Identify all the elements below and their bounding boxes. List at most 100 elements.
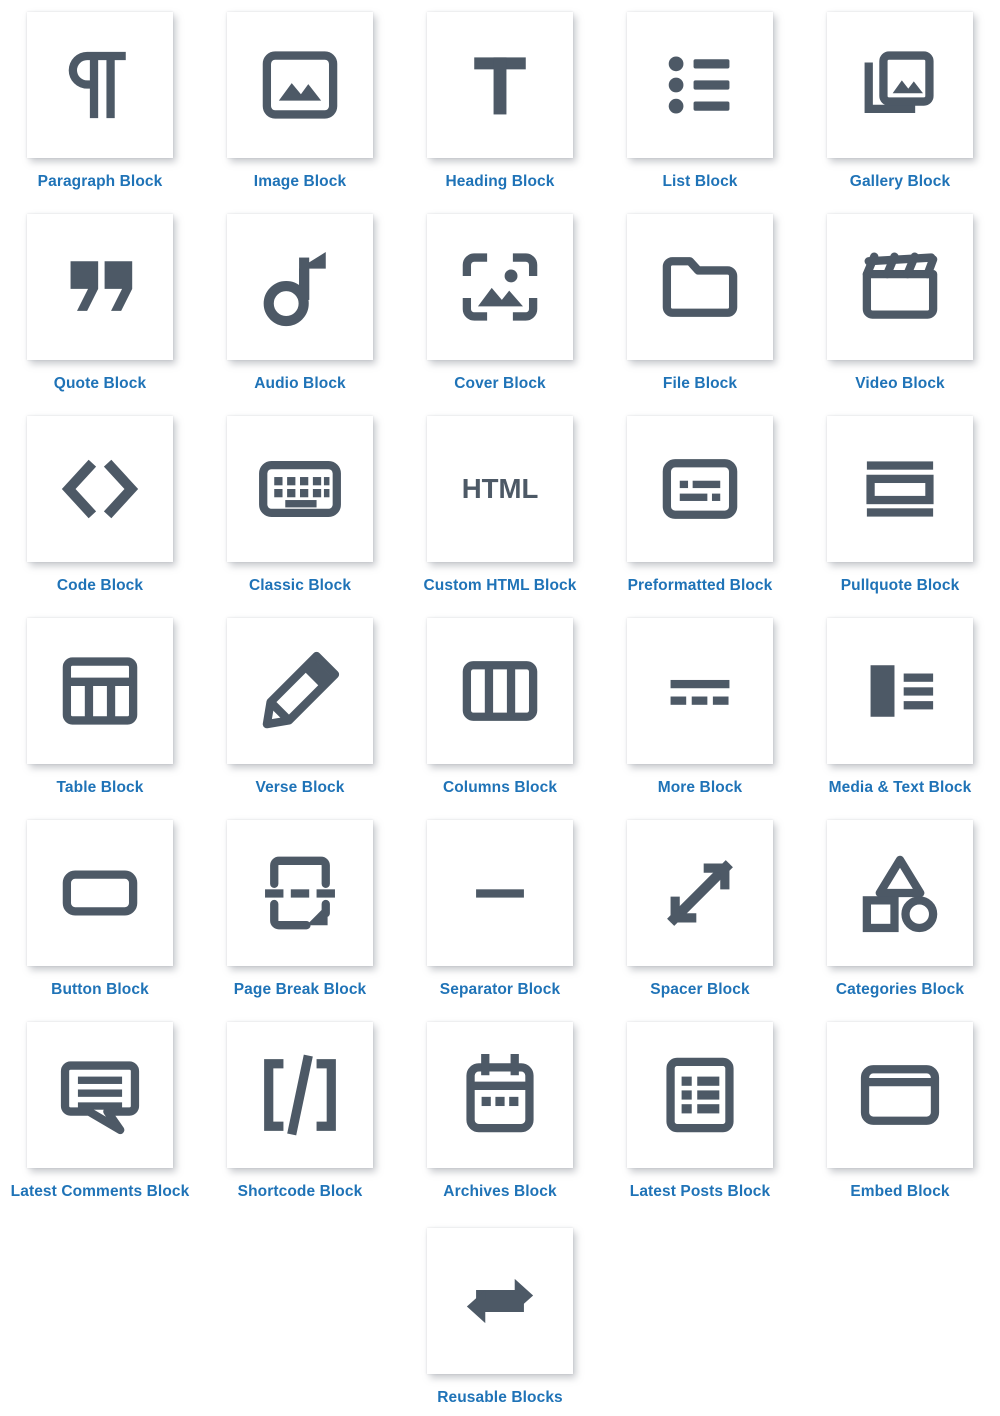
block-label: Page Break Block bbox=[233, 981, 367, 998]
media-and-text-icon bbox=[854, 645, 946, 737]
block-icon-card[interactable] bbox=[27, 820, 173, 966]
page-break-icon bbox=[254, 847, 346, 939]
calendar-icon bbox=[454, 1049, 546, 1141]
block-icon-card[interactable] bbox=[227, 618, 373, 764]
block-type-item[interactable]: Classic Block bbox=[200, 416, 400, 618]
block-type-item[interactable]: Latest Posts Block bbox=[600, 1022, 800, 1224]
block-type-item[interactable]: Code Block bbox=[0, 416, 200, 618]
double-quote-icon bbox=[54, 241, 146, 333]
block-icon-card[interactable]: HTML bbox=[427, 416, 573, 562]
block-label: Latest Posts Block bbox=[629, 1183, 771, 1200]
block-type-item[interactable]: Latest Comments Block bbox=[0, 1022, 200, 1224]
block-icon-card[interactable] bbox=[627, 618, 773, 764]
block-type-item[interactable]: Preformatted Block bbox=[600, 416, 800, 618]
bracket-slash-icon bbox=[254, 1049, 346, 1141]
block-type-item[interactable]: Heading Block bbox=[400, 12, 600, 214]
block-icon-card[interactable] bbox=[627, 1022, 773, 1168]
shapes-triangle-square-circle-icon bbox=[854, 847, 946, 939]
block-type-item[interactable]: Embed Block bbox=[800, 1022, 1000, 1224]
block-type-item[interactable]: Gallery Block bbox=[800, 12, 1000, 214]
clapperboard-icon bbox=[854, 241, 946, 333]
block-type-item[interactable]: Video Block bbox=[800, 214, 1000, 416]
block-type-item[interactable]: Audio Block bbox=[200, 214, 400, 416]
diagonal-resize-arrow-icon bbox=[654, 847, 746, 939]
block-icon-card[interactable] bbox=[627, 214, 773, 360]
block-type-item[interactable]: Archives Block bbox=[400, 1022, 600, 1224]
block-type-item[interactable]: Reusable Blocks bbox=[400, 1228, 600, 1416]
block-icon-card[interactable] bbox=[227, 820, 373, 966]
block-type-item[interactable]: Shortcode Block bbox=[200, 1022, 400, 1224]
more-dashed-rule-icon bbox=[654, 645, 746, 737]
block-type-grid-last-row: Reusable Blocks bbox=[0, 1228, 1000, 1416]
block-icon-card[interactable] bbox=[627, 416, 773, 562]
block-type-item[interactable]: Paragraph Block bbox=[0, 12, 200, 214]
block-type-item[interactable]: Spacer Block bbox=[600, 820, 800, 1022]
block-icon-card[interactable] bbox=[227, 214, 373, 360]
paragraph-pilcrow-icon bbox=[54, 39, 146, 131]
block-label: Button Block bbox=[51, 981, 149, 998]
block-label: Categories Block bbox=[835, 981, 965, 998]
block-icon-card[interactable] bbox=[427, 820, 573, 966]
block-icon-card[interactable] bbox=[627, 12, 773, 158]
block-label: Image Block bbox=[253, 173, 347, 190]
block-icon-card[interactable] bbox=[427, 1022, 573, 1168]
list-document-icon bbox=[654, 1049, 746, 1141]
block-icon-card[interactable] bbox=[827, 416, 973, 562]
pencil-icon bbox=[254, 645, 346, 737]
block-label: List Block bbox=[662, 173, 738, 190]
block-type-item[interactable]: Categories Block bbox=[800, 820, 1000, 1022]
block-type-item[interactable]: Columns Block bbox=[400, 618, 600, 820]
block-type-item[interactable]: Separator Block bbox=[400, 820, 600, 1022]
block-icon-card[interactable] bbox=[827, 214, 973, 360]
block-icon-card[interactable] bbox=[27, 12, 173, 158]
block-type-item[interactable]: Media & Text Block bbox=[800, 618, 1000, 820]
block-icon-card[interactable] bbox=[27, 618, 173, 764]
block-type-item[interactable]: List Block bbox=[600, 12, 800, 214]
block-icon-card[interactable] bbox=[227, 416, 373, 562]
three-columns-icon bbox=[454, 645, 546, 737]
html-text-icon: HTML bbox=[454, 443, 546, 535]
block-icon-card[interactable] bbox=[827, 618, 973, 764]
block-icon-card[interactable] bbox=[827, 1022, 973, 1168]
block-label: File Block bbox=[662, 375, 738, 392]
block-label: Video Block bbox=[855, 375, 945, 392]
block-icon-card[interactable] bbox=[427, 12, 573, 158]
pullquote-rules-icon bbox=[854, 443, 946, 535]
block-icon-card[interactable] bbox=[227, 1022, 373, 1168]
block-icon-card[interactable] bbox=[27, 214, 173, 360]
bulleted-list-icon bbox=[654, 39, 746, 131]
block-icon-card[interactable] bbox=[27, 1022, 173, 1168]
block-icon-card[interactable] bbox=[227, 12, 373, 158]
block-type-item[interactable]: File Block bbox=[600, 214, 800, 416]
block-type-item[interactable]: Button Block bbox=[0, 820, 200, 1022]
svg-text:HTML: HTML bbox=[462, 473, 539, 504]
block-type-item[interactable]: Verse Block bbox=[200, 618, 400, 820]
block-label: Audio Block bbox=[254, 375, 346, 392]
folder-icon bbox=[654, 241, 746, 333]
table-grid-icon bbox=[54, 645, 146, 737]
angle-brackets-icon bbox=[54, 443, 146, 535]
block-icon-card[interactable] bbox=[627, 820, 773, 966]
block-type-item[interactable]: Pullquote Block bbox=[800, 416, 1000, 618]
block-label: Columns Block bbox=[442, 779, 558, 796]
block-label: Verse Block bbox=[255, 779, 345, 796]
block-icon-card[interactable] bbox=[27, 416, 173, 562]
block-icon-card[interactable] bbox=[427, 214, 573, 360]
block-icon-card[interactable] bbox=[427, 618, 573, 764]
block-type-grid: Paragraph Block Image Block Heading Block L… bbox=[0, 0, 1000, 1224]
block-type-item[interactable]: HTML Custom HTML Block bbox=[400, 416, 600, 618]
block-icon-card[interactable] bbox=[427, 1228, 573, 1374]
block-icon-card[interactable] bbox=[827, 12, 973, 158]
block-type-item[interactable]: More Block bbox=[600, 618, 800, 820]
block-label: Archives Block bbox=[443, 1183, 557, 1200]
block-label: Spacer Block bbox=[650, 981, 750, 998]
block-type-item[interactable]: Quote Block bbox=[0, 214, 200, 416]
block-type-item[interactable]: Page Break Block bbox=[200, 820, 400, 1022]
block-label: Code Block bbox=[56, 577, 144, 594]
block-type-item[interactable]: Image Block bbox=[200, 12, 400, 214]
preformatted-text-box-icon bbox=[654, 443, 746, 535]
block-type-item[interactable]: Cover Block bbox=[400, 214, 600, 416]
block-type-item[interactable]: Table Block bbox=[0, 618, 200, 820]
block-icon-card[interactable] bbox=[827, 820, 973, 966]
rounded-rectangle-button-icon bbox=[54, 847, 146, 939]
